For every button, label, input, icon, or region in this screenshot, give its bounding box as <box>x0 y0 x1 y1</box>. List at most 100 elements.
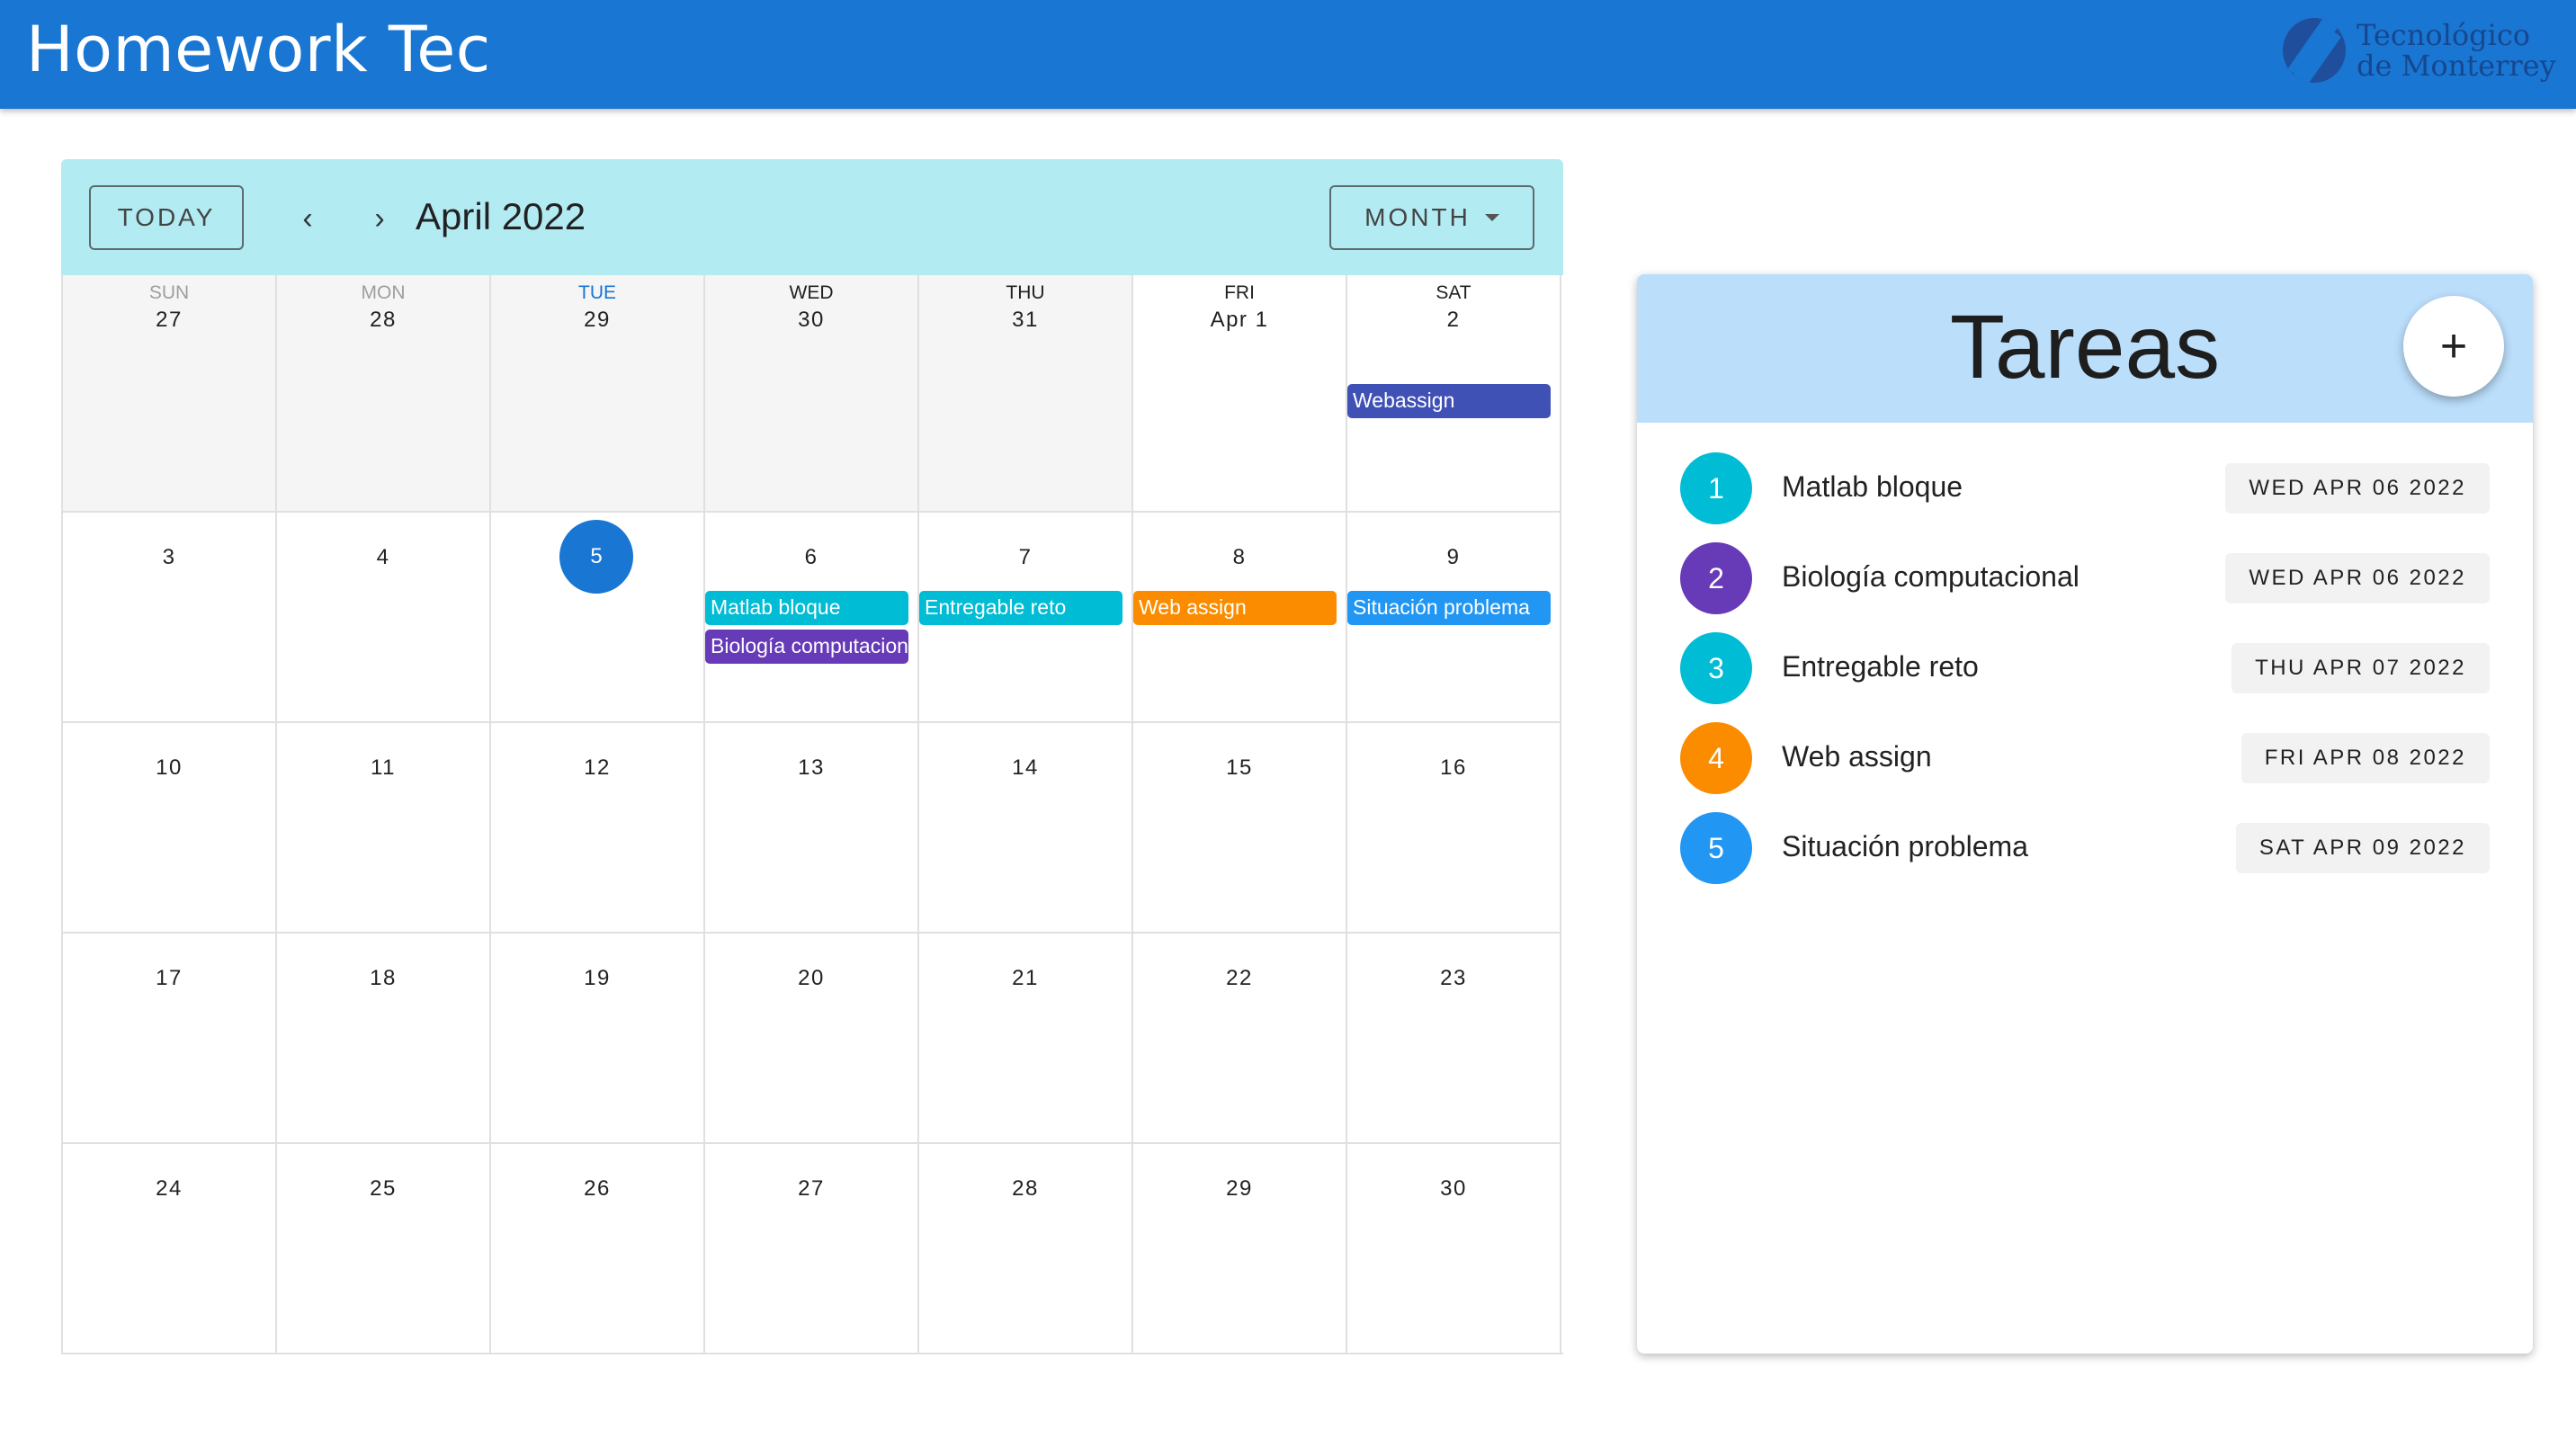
day-number[interactable]: 4 <box>277 545 489 570</box>
task-label: Biología computacional <box>1782 560 2080 593</box>
day-number[interactable]: 2 <box>1347 308 1560 333</box>
day-cell[interactable]: 21 <box>919 932 1133 1142</box>
day-cell[interactable]: 19 <box>491 932 705 1142</box>
task-item[interactable]: 3 Entregable reto THU APR 07 2022 <box>1637 632 2533 704</box>
day-number[interactable]: 6 <box>705 545 917 570</box>
task-item[interactable]: 5 Situación problema SAT APR 09 2022 <box>1637 812 2533 884</box>
day-cell[interactable]: 25 <box>277 1142 491 1353</box>
day-cell[interactable]: 30 <box>1347 1142 1561 1353</box>
task-date-chip[interactable]: FRI APR 08 2022 <box>2241 733 2490 783</box>
event-entregable-reto[interactable]: Entregable reto <box>919 591 1123 625</box>
day-number[interactable]: 8 <box>1133 545 1346 570</box>
day-number[interactable]: 15 <box>1133 755 1346 781</box>
day-cell[interactable]: TUE 29 <box>491 275 705 511</box>
task-item[interactable]: 2 Biología computacional WED APR 06 2022 <box>1637 542 2533 614</box>
day-cell[interactable]: 17 <box>63 932 277 1142</box>
day-cell[interactable]: 18 <box>277 932 491 1142</box>
day-cell[interactable]: 10 <box>63 721 277 932</box>
day-cell[interactable]: 5 <box>491 511 705 721</box>
day-number[interactable]: 21 <box>919 966 1131 991</box>
task-item[interactable]: 1 Matlab bloque WED APR 06 2022 <box>1637 452 2533 524</box>
day-cell[interactable]: SUN 27 <box>63 275 277 511</box>
logo-line-1: Tecnológico <box>2357 18 2530 52</box>
event-biologia-computacional[interactable]: Biología computacional <box>705 630 908 664</box>
day-cell[interactable]: 8 Web assign <box>1133 511 1347 721</box>
task-date-chip[interactable]: SAT APR 09 2022 <box>2235 823 2490 873</box>
day-cell[interactable]: MON 28 <box>277 275 491 511</box>
day-cell[interactable]: 7 Entregable reto <box>919 511 1133 721</box>
event-situacion-problema[interactable]: Situación problema <box>1347 591 1551 625</box>
tareas-header: Tareas + <box>1637 274 2533 423</box>
day-number[interactable]: 31 <box>919 308 1131 333</box>
day-number[interactable]: 7 <box>919 545 1131 570</box>
day-cell[interactable]: 13 <box>705 721 919 932</box>
event-web-assign[interactable]: Web assign <box>1133 591 1337 625</box>
day-number[interactable]: 24 <box>63 1176 275 1202</box>
day-cell[interactable]: 14 <box>919 721 1133 932</box>
app-title: Homework Tec <box>26 13 491 86</box>
day-number[interactable]: 20 <box>705 966 917 991</box>
day-cell[interactable]: FRI Apr 1 <box>1133 275 1347 511</box>
day-cell[interactable]: 28 <box>919 1142 1133 1353</box>
add-task-button[interactable]: + <box>2403 296 2504 397</box>
day-number[interactable]: 11 <box>277 755 489 781</box>
day-number[interactable]: 28 <box>277 308 489 333</box>
day-number[interactable]: 16 <box>1347 755 1560 781</box>
task-number: 5 <box>1680 812 1752 884</box>
day-number[interactable]: 17 <box>63 966 275 991</box>
tareas-title: Tareas <box>1949 297 2221 398</box>
day-cell[interactable]: 6 Matlab bloque Biología computacional <box>705 511 919 721</box>
chevron-right-icon[interactable]: › <box>353 192 407 246</box>
day-cell[interactable]: 20 <box>705 932 919 1142</box>
calendar-toolbar: TODAY ‹ › April 2022 MONTH <box>61 159 1563 275</box>
day-cell[interactable]: 22 <box>1133 932 1347 1142</box>
day-cell[interactable]: 9 Situación problema <box>1347 511 1561 721</box>
day-cell[interactable]: 4 <box>277 511 491 721</box>
month-view-button[interactable]: MONTH <box>1329 185 1534 250</box>
day-number[interactable]: 26 <box>491 1176 703 1202</box>
day-number[interactable]: Apr 1 <box>1133 308 1346 333</box>
tareas-card: Tareas + 1 Matlab bloque WED APR 06 2022… <box>1637 274 2533 1354</box>
day-cell[interactable]: WED 30 <box>705 275 919 511</box>
calendar-title: April 2022 <box>416 195 586 237</box>
event-matlab-bloque[interactable]: Matlab bloque <box>705 591 908 625</box>
day-number[interactable]: 28 <box>919 1176 1131 1202</box>
day-number[interactable]: 19 <box>491 966 703 991</box>
day-number[interactable]: 23 <box>1347 966 1560 991</box>
day-cell[interactable]: 24 <box>63 1142 277 1353</box>
task-date-chip[interactable]: THU APR 07 2022 <box>2232 643 2490 693</box>
day-number[interactable]: 29 <box>1133 1176 1346 1202</box>
day-cell[interactable]: 11 <box>277 721 491 932</box>
day-number[interactable]: 22 <box>1133 966 1346 991</box>
day-cell[interactable]: 27 <box>705 1142 919 1353</box>
day-number[interactable]: 3 <box>63 545 275 570</box>
day-number[interactable]: 27 <box>63 308 275 333</box>
day-number[interactable]: 25 <box>277 1176 489 1202</box>
day-cell[interactable]: 26 <box>491 1142 705 1353</box>
day-cell[interactable]: 29 <box>1133 1142 1347 1353</box>
day-number[interactable]: 12 <box>491 755 703 781</box>
day-number[interactable]: 13 <box>705 755 917 781</box>
day-number[interactable]: 27 <box>705 1176 917 1202</box>
day-number[interactable]: 18 <box>277 966 489 991</box>
day-number[interactable]: 9 <box>1347 545 1560 570</box>
day-cell[interactable]: SAT 2 Webassign <box>1347 275 1561 511</box>
task-item[interactable]: 4 Web assign FRI APR 08 2022 <box>1637 722 2533 794</box>
day-cell[interactable]: 3 <box>63 511 277 721</box>
day-number[interactable]: 29 <box>491 308 703 333</box>
chevron-left-icon[interactable]: ‹ <box>281 192 335 246</box>
day-number[interactable]: 14 <box>919 755 1131 781</box>
today-button[interactable]: TODAY <box>89 185 244 250</box>
day-number[interactable]: 30 <box>1347 1176 1560 1202</box>
day-number[interactable]: 30 <box>705 308 917 333</box>
day-cell[interactable]: 16 <box>1347 721 1561 932</box>
day-number[interactable]: 10 <box>63 755 275 781</box>
day-cell[interactable]: 12 <box>491 721 705 932</box>
task-date-chip[interactable]: WED APR 06 2022 <box>2225 553 2490 603</box>
task-date-chip[interactable]: WED APR 06 2022 <box>2225 463 2490 514</box>
today-day-number[interactable]: 5 <box>559 520 633 594</box>
day-cell[interactable]: 23 <box>1347 932 1561 1142</box>
day-cell[interactable]: THU 31 <box>919 275 1133 511</box>
event-webassign[interactable]: Webassign <box>1347 384 1551 418</box>
day-cell[interactable]: 15 <box>1133 721 1347 932</box>
